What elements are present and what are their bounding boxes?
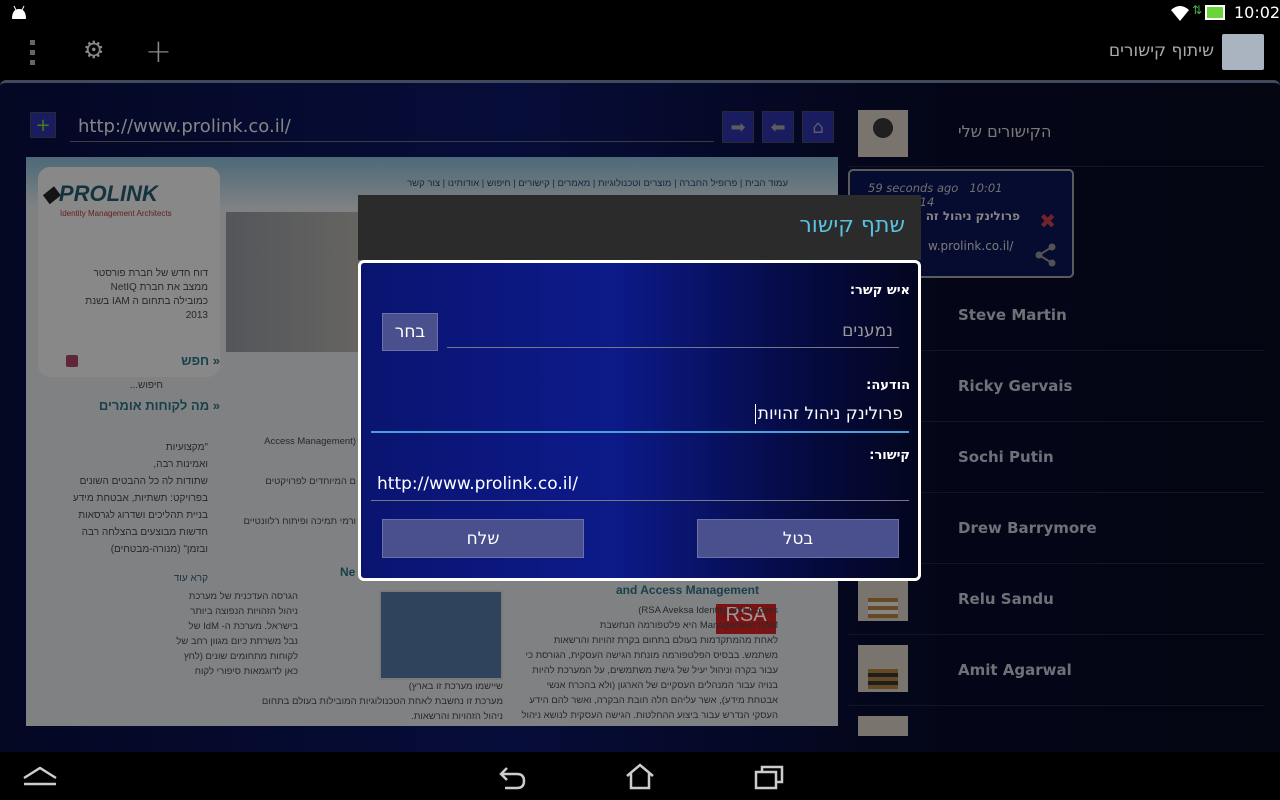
testimonials-heading: « מה לקוחות אומרים bbox=[98, 398, 220, 413]
contact-item[interactable]: Amit Agarwal bbox=[848, 635, 1264, 706]
share-icon[interactable] bbox=[1034, 243, 1058, 267]
recent-apps-icon[interactable] bbox=[754, 764, 784, 790]
link-label: קישור: bbox=[869, 448, 910, 463]
read-more-link[interactable]: קרא עוד bbox=[174, 570, 208, 587]
forward-arrow-icon[interactable]: ➡ bbox=[722, 111, 754, 143]
dialog-title: שתף קישור bbox=[358, 195, 921, 260]
search-heading: « חפש bbox=[181, 353, 220, 368]
nav-link[interactable]: מאמרים bbox=[557, 178, 590, 189]
nav-link[interactable]: עמוד הבית bbox=[745, 178, 788, 189]
home-icon[interactable]: ⌂ bbox=[802, 111, 834, 143]
share-link-dialog: שתף קישור איש קשר: בחר נמענים הודעה: פרו… bbox=[358, 195, 921, 581]
nav-link[interactable]: צור קשר bbox=[407, 178, 440, 189]
choose-contact-button[interactable]: בחר bbox=[382, 313, 438, 351]
back-icon[interactable] bbox=[497, 764, 527, 790]
nav-link[interactable]: פרופיל החברה bbox=[679, 178, 737, 189]
add-icon[interactable]: + bbox=[30, 112, 56, 138]
news-line: דוח חדש של חברת פורסטר bbox=[93, 268, 208, 279]
send-button[interactable]: שלח bbox=[382, 519, 584, 558]
site-nav: עמוד הבית | פרופיל החברה | מוצרים וטכנול… bbox=[407, 178, 788, 189]
back-arrow-icon[interactable]: ⬅ bbox=[762, 111, 794, 143]
cancel-button[interactable]: בטל bbox=[697, 519, 899, 558]
site-search-icon[interactable] bbox=[66, 355, 78, 367]
nav-link[interactable]: קישורים bbox=[518, 178, 549, 189]
my-links-title: הקישורים שלי bbox=[958, 122, 1052, 141]
delete-x-icon[interactable]: ✖ bbox=[1039, 209, 1056, 233]
recipients-input[interactable]: נמענים bbox=[447, 318, 899, 348]
url-input[interactable]: http://www.prolink.co.il/ bbox=[70, 110, 714, 142]
logo-tagline: Identity Management Architects bbox=[60, 209, 172, 218]
nav-link[interactable]: חיפוש bbox=[487, 178, 511, 189]
nav-link[interactable]: אודותינו bbox=[448, 178, 479, 189]
system-nav-bar bbox=[0, 752, 1280, 800]
contact-avatar bbox=[858, 645, 908, 692]
nav-link[interactable]: מוצרים וטכנולוגיות bbox=[598, 178, 671, 189]
screenshot-image bbox=[379, 590, 503, 680]
news-line: 2013 bbox=[185, 310, 208, 321]
my-links-header: הקישורים שלי bbox=[848, 100, 1264, 167]
site-logo: ◆PROLINK bbox=[42, 181, 158, 206]
dialog-body: איש קשר: בחר נמענים הודעה: פרולינק ניהול… bbox=[358, 260, 921, 581]
news-line: כמובילה בתחום ה IAM בשנת bbox=[85, 296, 208, 307]
contact-item[interactable] bbox=[848, 706, 1264, 736]
recent-up-chevron-icon[interactable] bbox=[22, 766, 58, 786]
message-input[interactable]: פרולינק ניהול זהויות bbox=[371, 401, 909, 433]
contact-avatar bbox=[858, 574, 908, 621]
site-search-input[interactable]: חיפוש... bbox=[130, 377, 163, 394]
message-label: הודעה: bbox=[866, 378, 910, 393]
my-avatar bbox=[858, 110, 908, 157]
contact-label: איש קשר: bbox=[849, 283, 910, 298]
news-line: ממצב את חברת NetIQ bbox=[110, 282, 208, 293]
site-sidebar: ◆PROLINK Identity Management Architects … bbox=[38, 167, 220, 377]
rsa-heading: and Access Management bbox=[616, 583, 759, 597]
contact-avatar bbox=[858, 716, 908, 736]
home-nav-icon[interactable] bbox=[624, 762, 656, 790]
link-input[interactable]: http://www.prolink.co.il/ bbox=[371, 471, 909, 501]
